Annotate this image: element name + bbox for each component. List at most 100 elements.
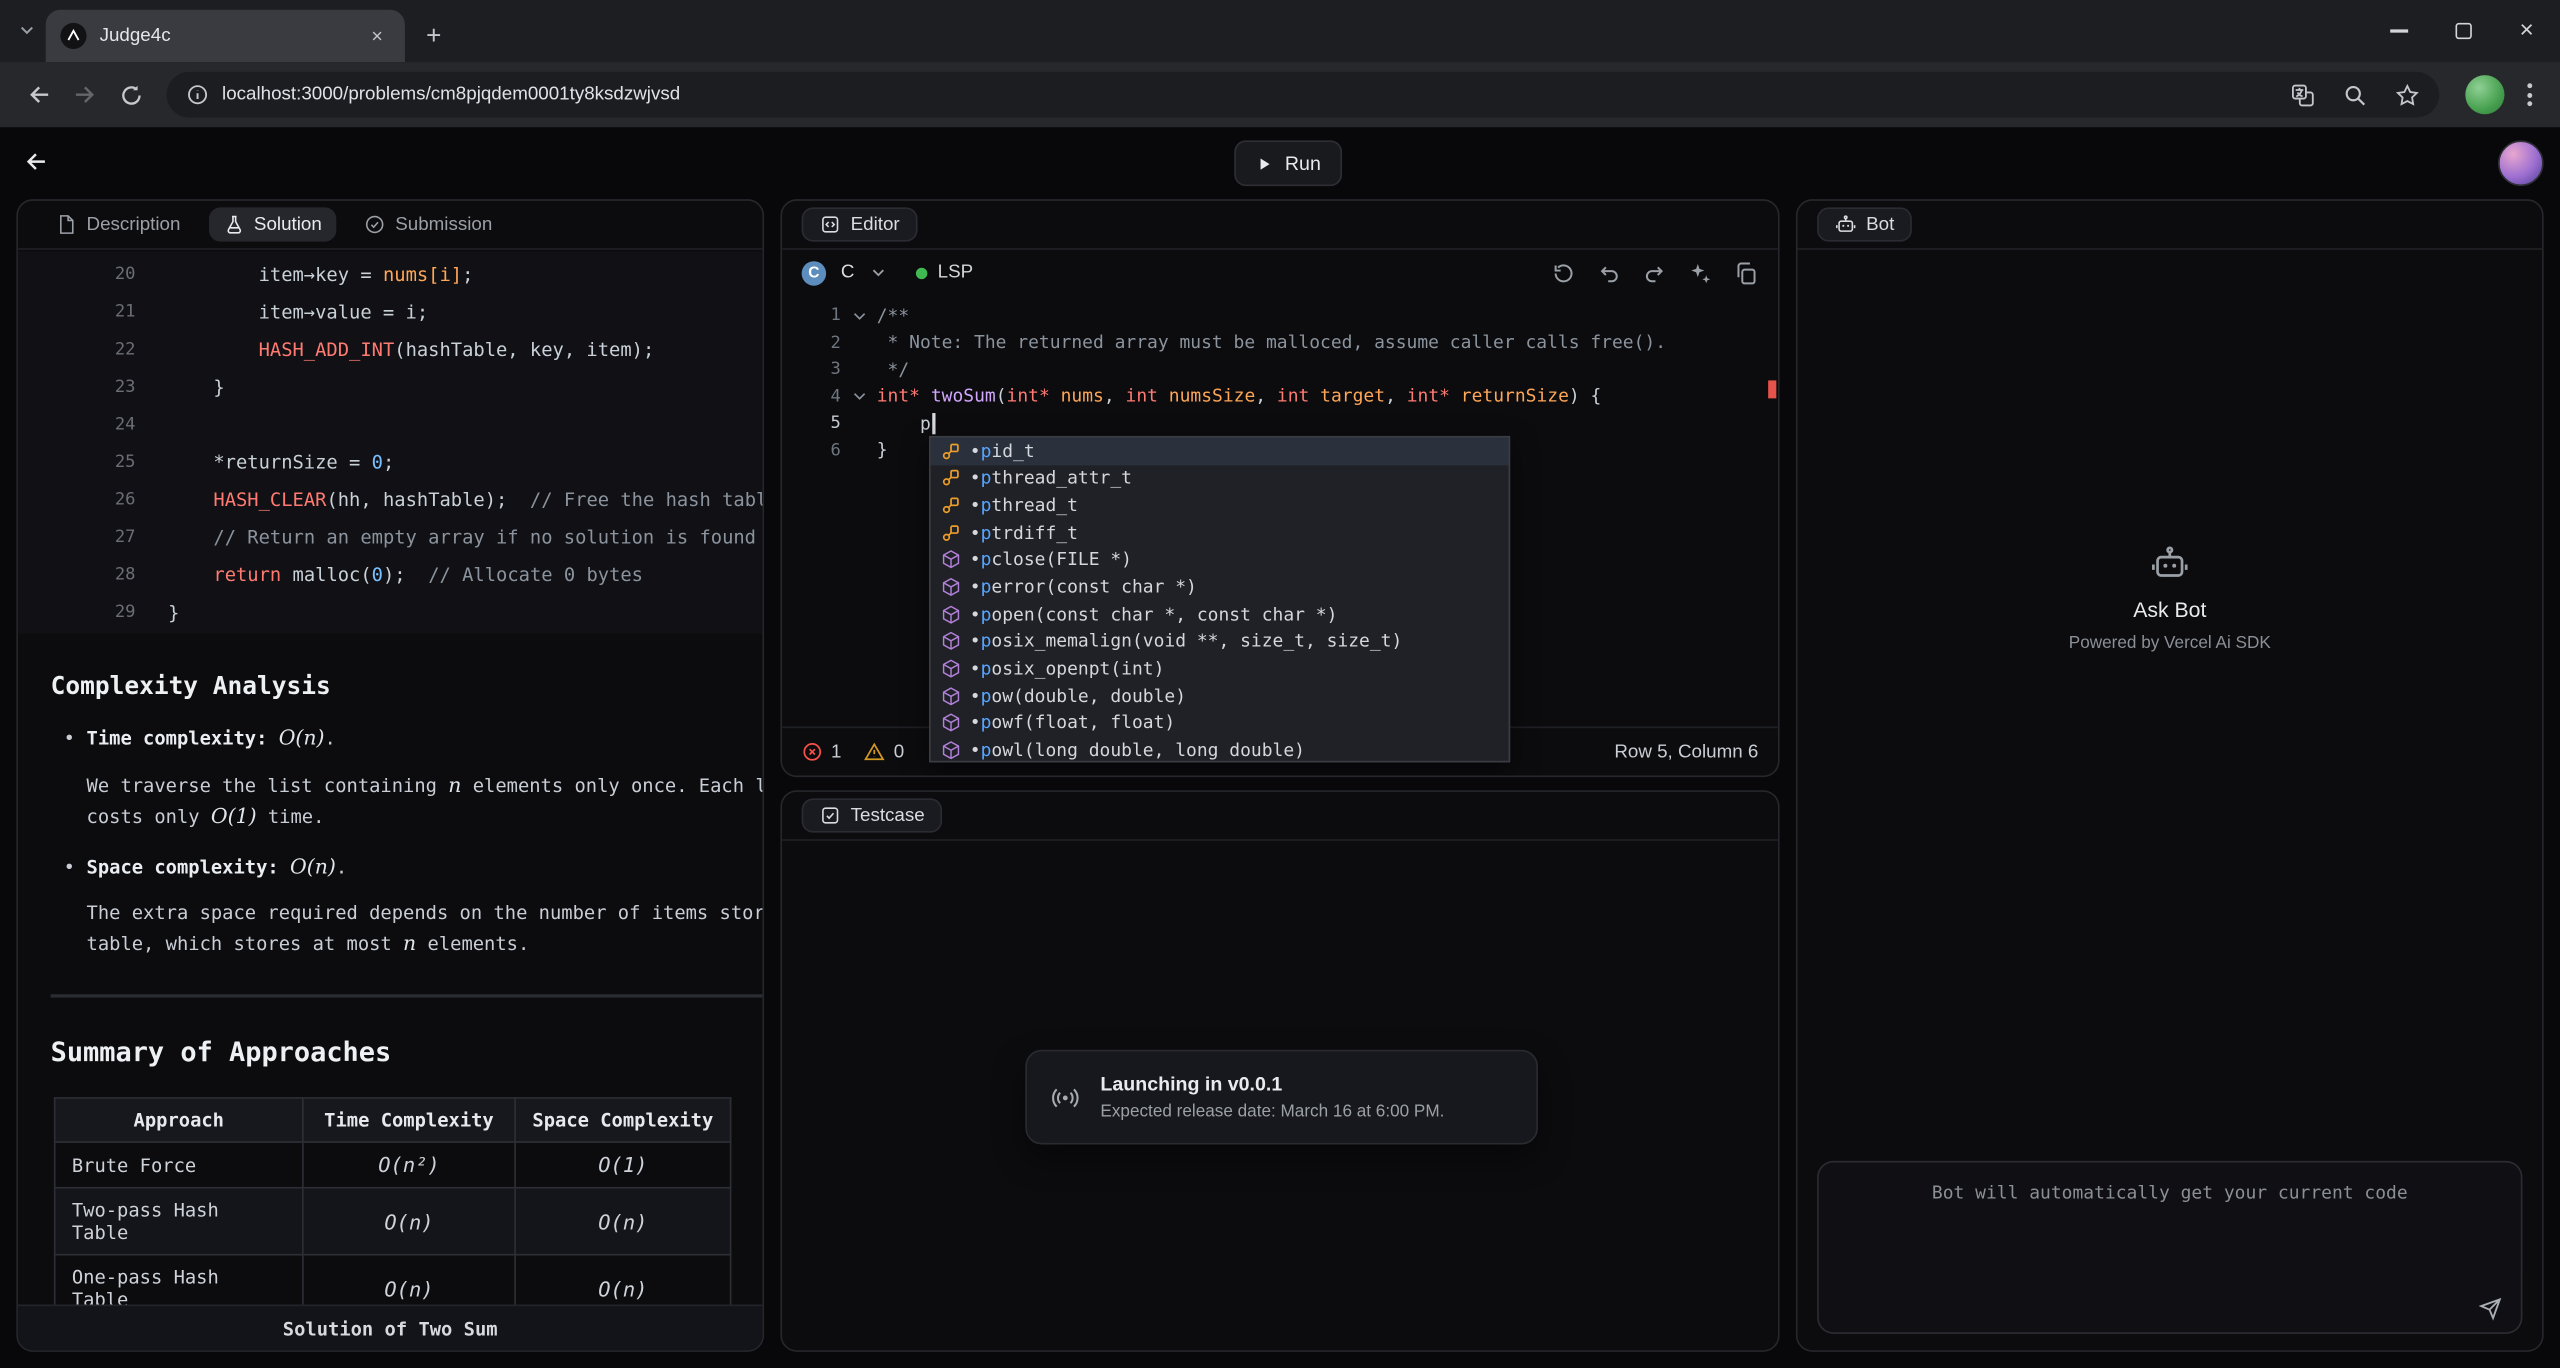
site-info-icon[interactable] xyxy=(186,83,209,106)
error-marker xyxy=(1768,380,1776,398)
window-maximize-button[interactable] xyxy=(2456,23,2472,39)
text-cursor xyxy=(932,413,934,434)
class-symbol-icon xyxy=(940,441,961,462)
col-time: Time Complexity xyxy=(303,1098,515,1142)
broadcast-icon xyxy=(1050,1082,1081,1113)
tab-submission[interactable]: Submission xyxy=(350,207,507,241)
tab-close-button[interactable]: × xyxy=(364,23,390,49)
suggest-item[interactable]: •popen(const char *, const char *) xyxy=(931,601,1509,628)
app-back-button[interactable] xyxy=(23,149,49,183)
suggest-item[interactable]: •posix_memalign(void **, size_t, size_t) xyxy=(931,628,1509,655)
suggest-item[interactable]: •perror(const char *) xyxy=(931,574,1509,601)
judge4c-favicon-icon xyxy=(60,23,86,49)
zoom-icon[interactable] xyxy=(2343,82,2367,106)
tab-title: Judge4c xyxy=(100,26,351,46)
editor-panel: Editor C C LSP xyxy=(780,199,1779,777)
summary-header-row: Approach Time Complexity Space Complexit… xyxy=(55,1098,731,1142)
format-code-button[interactable] xyxy=(1688,260,1712,284)
reload-button[interactable] xyxy=(108,72,154,118)
suggest-item[interactable]: •pthread_t xyxy=(931,492,1509,519)
browser-tabstrip: Judge4c × + × xyxy=(0,0,2560,62)
complexity-bullet: •Space complexity: O(n). xyxy=(51,854,763,878)
chevron-down-icon[interactable] xyxy=(869,263,889,283)
problem-panel: Description Solution Submission 20 item→… xyxy=(16,199,764,1352)
ask-bot-title: Ask Bot xyxy=(2133,598,2206,622)
checkbox-icon xyxy=(820,805,841,826)
release-toast: Launching in v0.0.1 Expected release dat… xyxy=(1025,1050,1538,1145)
window-minimize-button[interactable] xyxy=(2391,30,2409,32)
complexity-bullet: •Time complexity: O(n). xyxy=(51,725,763,749)
bookmark-star-icon[interactable] xyxy=(2395,82,2419,106)
bot-input-placeholder: Bot will automatically get your current … xyxy=(1819,1182,2521,1203)
complexity-text: The extra space required depends on the … xyxy=(87,901,763,925)
bot-tab[interactable]: Bot xyxy=(1817,207,1912,241)
doc-code-line: 28 return malloc(0); // Allocate 0 bytes xyxy=(18,555,762,593)
browser-back-button[interactable] xyxy=(16,72,62,118)
url-text[interactable]: localhost:3000/problems/cm8pjqdem0001ty8… xyxy=(222,85,2291,105)
doc-code-block: 20 item→key = nums[i];21 item→value = i;… xyxy=(18,251,762,633)
browser-menu-button[interactable] xyxy=(2514,83,2543,106)
bot-panel: Bot Ask Bot Powered by Vercel Ai SDK Bot… xyxy=(1796,199,2544,1352)
suggest-item[interactable]: •powf(float, float) xyxy=(931,709,1509,736)
tab-description[interactable]: Description xyxy=(41,207,195,241)
play-icon xyxy=(1256,154,1274,172)
tab-solution[interactable]: Solution xyxy=(208,207,336,241)
testcase-tab[interactable]: Testcase xyxy=(802,798,943,832)
bot-large-icon xyxy=(2150,544,2189,583)
language-selector[interactable]: C xyxy=(841,263,855,283)
run-button[interactable]: Run xyxy=(1234,140,1342,186)
editor-code-line[interactable]: 2 * Note: The returned array must be mal… xyxy=(782,329,1778,356)
browser-tab[interactable]: Judge4c × xyxy=(46,10,405,62)
omnibox[interactable]: localhost:3000/problems/cm8pjqdem0001ty8… xyxy=(167,72,2440,118)
fold-chevron-icon[interactable] xyxy=(841,307,877,325)
class-symbol-icon xyxy=(940,468,961,489)
new-tab-button[interactable]: + xyxy=(426,24,441,50)
reset-button[interactable] xyxy=(1551,260,1575,284)
tab-search-icon[interactable] xyxy=(16,20,37,49)
error-count: 1 xyxy=(802,741,842,762)
code-window-icon xyxy=(820,214,841,235)
suggest-item[interactable]: •pclose(FILE *) xyxy=(931,546,1509,573)
bot-empty-state: Ask Bot Powered by Vercel Ai SDK xyxy=(1798,544,2542,653)
check-circle-icon xyxy=(364,214,385,235)
send-button[interactable] xyxy=(2478,1296,2502,1320)
suggest-item[interactable]: •posix_openpt(int) xyxy=(931,655,1509,682)
user-avatar[interactable] xyxy=(2498,140,2544,186)
app: Run Description Solution xyxy=(0,127,2560,1368)
translate-icon[interactable] xyxy=(2291,82,2315,106)
suggest-item[interactable]: •pid_t xyxy=(931,438,1509,465)
browser-toolbar: localhost:3000/problems/cm8pjqdem0001ty8… xyxy=(0,62,2560,127)
editor-code-line[interactable]: 4int* twoSum(int* nums, int numsSize, in… xyxy=(782,383,1778,410)
editor-code-line[interactable]: 3 */ xyxy=(782,356,1778,383)
undo-button[interactable] xyxy=(1597,260,1621,284)
redo-button[interactable] xyxy=(1642,260,1666,284)
warning-count: 0 xyxy=(864,741,904,762)
browser-forward-button[interactable] xyxy=(62,72,108,118)
function-symbol-icon xyxy=(940,658,961,679)
window-close-button[interactable]: × xyxy=(2520,23,2534,39)
copy-button[interactable] xyxy=(1734,260,1758,284)
suggest-item[interactable]: •powl(long double, long double) xyxy=(931,737,1509,763)
suggest-item[interactable]: •ptrdiff_t xyxy=(931,519,1509,546)
doc-code-line: 23 } xyxy=(18,367,762,405)
editor-tab[interactable]: Editor xyxy=(802,207,918,241)
suggest-item[interactable]: •pthread_attr_t xyxy=(931,465,1509,492)
doc-code-line: 27 // Return an empty array if no soluti… xyxy=(18,518,762,556)
class-symbol-icon xyxy=(940,522,961,543)
fold-chevron-icon[interactable] xyxy=(841,387,877,405)
flask-icon xyxy=(223,214,244,235)
summary-heading: Summary of Approaches xyxy=(51,1037,763,1068)
solution-content: 20 item→key = nums[i];21 item→value = i;… xyxy=(18,251,762,1304)
suggest-item[interactable]: •pow(double, double) xyxy=(931,682,1509,709)
c-language-icon: C xyxy=(802,260,826,284)
editor-code-line[interactable]: 1/** xyxy=(782,302,1778,329)
editor-code-line[interactable]: 5 p xyxy=(782,410,1778,437)
summary-table: Approach Time Complexity Space Complexit… xyxy=(54,1097,732,1304)
complexity-text: costs only O(1) time. xyxy=(87,803,763,829)
profile-avatar[interactable] xyxy=(2465,75,2504,114)
editor-toolbar: C C LSP xyxy=(782,250,1778,296)
function-symbol-icon xyxy=(940,577,961,598)
autocomplete-popup: •pid_t•pthread_attr_t•pthread_t•ptrdiff_… xyxy=(929,436,1510,763)
bot-input[interactable]: Bot will automatically get your current … xyxy=(1817,1161,2522,1334)
lsp-status: LSP xyxy=(916,263,973,283)
